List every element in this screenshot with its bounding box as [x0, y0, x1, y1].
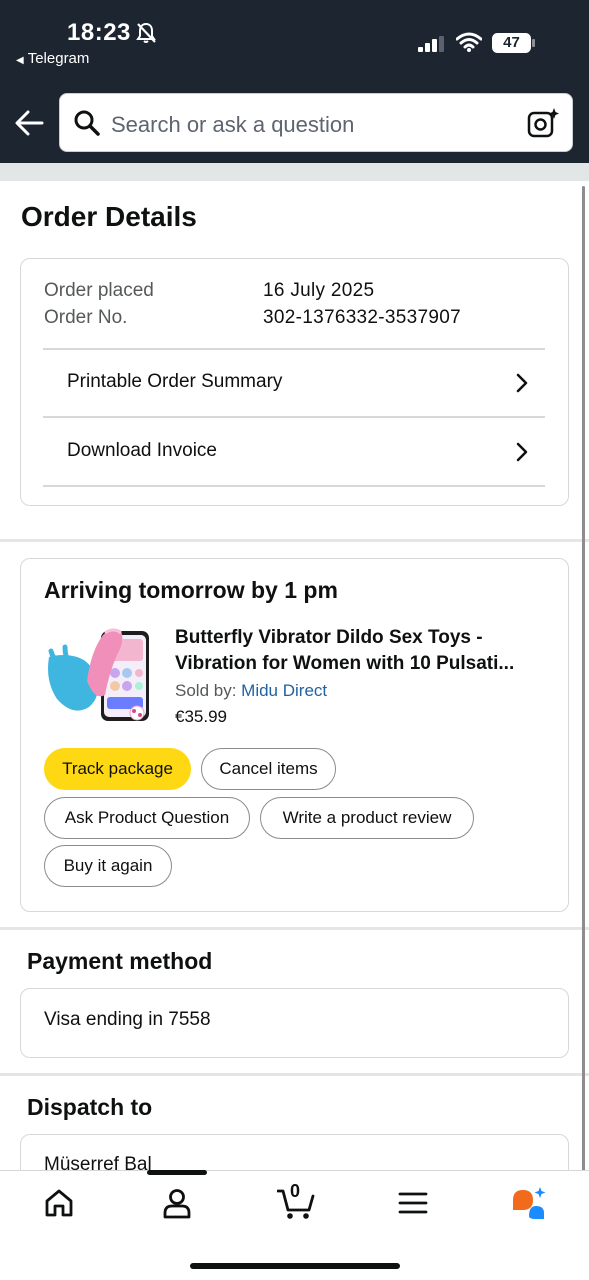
menu-icon[interactable] — [396, 1186, 430, 1220]
section-divider — [0, 1073, 589, 1076]
battery-level: 47 — [503, 34, 520, 51]
printable-order-summary-label: Printable Order Summary — [67, 371, 283, 392]
seller-link[interactable]: Midu Direct — [241, 681, 327, 700]
chevron-right-icon — [516, 442, 528, 462]
buy-it-again-button[interactable]: Buy it again — [44, 845, 172, 887]
cancel-items-button[interactable]: Cancel items — [201, 748, 336, 790]
product-title-line1: Butterfly Vibrator Dildo Sex Toys - — [175, 627, 483, 648]
app-header: 18:23 ◀ Telegram 47 Search or ask a quest… — [0, 0, 589, 163]
order-info-card: Order placed 16 July 2025 Order No. 302-… — [20, 258, 569, 506]
active-tab-indicator — [147, 1170, 207, 1175]
product-title-line2: Vibration for Women with 10 Pulsati... — [175, 653, 515, 674]
cart-count: 0 — [290, 1181, 301, 1201]
product-title[interactable]: Butterfly Vibrator Dildo Sex Toys - Vibr… — [175, 625, 547, 677]
delivery-estimate: Arriving tomorrow by 1 pm — [44, 577, 338, 603]
divider — [43, 485, 545, 487]
cellular-signal-icon — [418, 36, 444, 52]
payment-method-heading: Payment method — [27, 948, 213, 974]
search-icon — [74, 110, 100, 136]
back-to-app-link[interactable]: ◀ Telegram — [16, 50, 89, 67]
sold-by-label: Sold by: — [175, 681, 242, 700]
order-number-label: Order No. — [44, 307, 128, 328]
scrollbar[interactable] — [582, 186, 585, 1186]
camera-lens-icon[interactable] — [526, 107, 560, 139]
wifi-icon — [456, 32, 482, 52]
order-placed-label: Order placed — [44, 280, 154, 301]
section-divider — [0, 539, 589, 542]
rufus-ai-icon[interactable] — [510, 1186, 548, 1220]
chevron-right-icon — [516, 373, 528, 393]
home-indicator — [190, 1263, 400, 1269]
divider — [43, 416, 545, 418]
track-package-button[interactable]: Track package — [44, 748, 191, 790]
page-title: Order Details — [21, 201, 197, 232]
printable-order-summary-link[interactable]: Printable Order Summary — [43, 350, 545, 416]
back-app-label: Telegram — [27, 50, 90, 67]
status-time: 18:23 — [67, 19, 131, 46]
battery-indicator: 47 — [492, 33, 536, 53]
shipment-card: Arriving tomorrow by 1 pm Butterfly Vibr… — [20, 558, 569, 912]
product-image[interactable] — [43, 621, 153, 729]
ask-product-question-button[interactable]: Ask Product Question — [44, 797, 250, 839]
account-icon[interactable] — [160, 1186, 194, 1220]
dispatch-to-heading: Dispatch to — [27, 1094, 153, 1120]
product-price: €35.99 — [175, 707, 227, 726]
section-divider — [0, 163, 589, 181]
payment-method-card[interactable]: Visa ending in 7558 — [20, 988, 569, 1058]
search-input[interactable]: Search or ask a question — [111, 112, 354, 138]
bell-muted-icon — [136, 22, 156, 43]
order-number-value: 302-1376332-3537907 — [263, 307, 461, 328]
download-invoice-link[interactable]: Download Invoice — [43, 419, 545, 485]
download-invoice-label: Download Invoice — [67, 440, 217, 461]
section-divider — [0, 927, 589, 930]
back-arrow-icon[interactable] — [14, 108, 46, 138]
order-placed-value: 16 July 2025 — [263, 280, 375, 301]
search-bar[interactable]: Search or ask a question — [59, 93, 573, 152]
payment-method-text: Visa ending in 7558 — [44, 1009, 211, 1030]
sold-by: Sold by: Midu Direct — [175, 681, 327, 701]
write-review-button[interactable]: Write a product review — [260, 797, 474, 839]
home-icon[interactable] — [42, 1186, 76, 1220]
